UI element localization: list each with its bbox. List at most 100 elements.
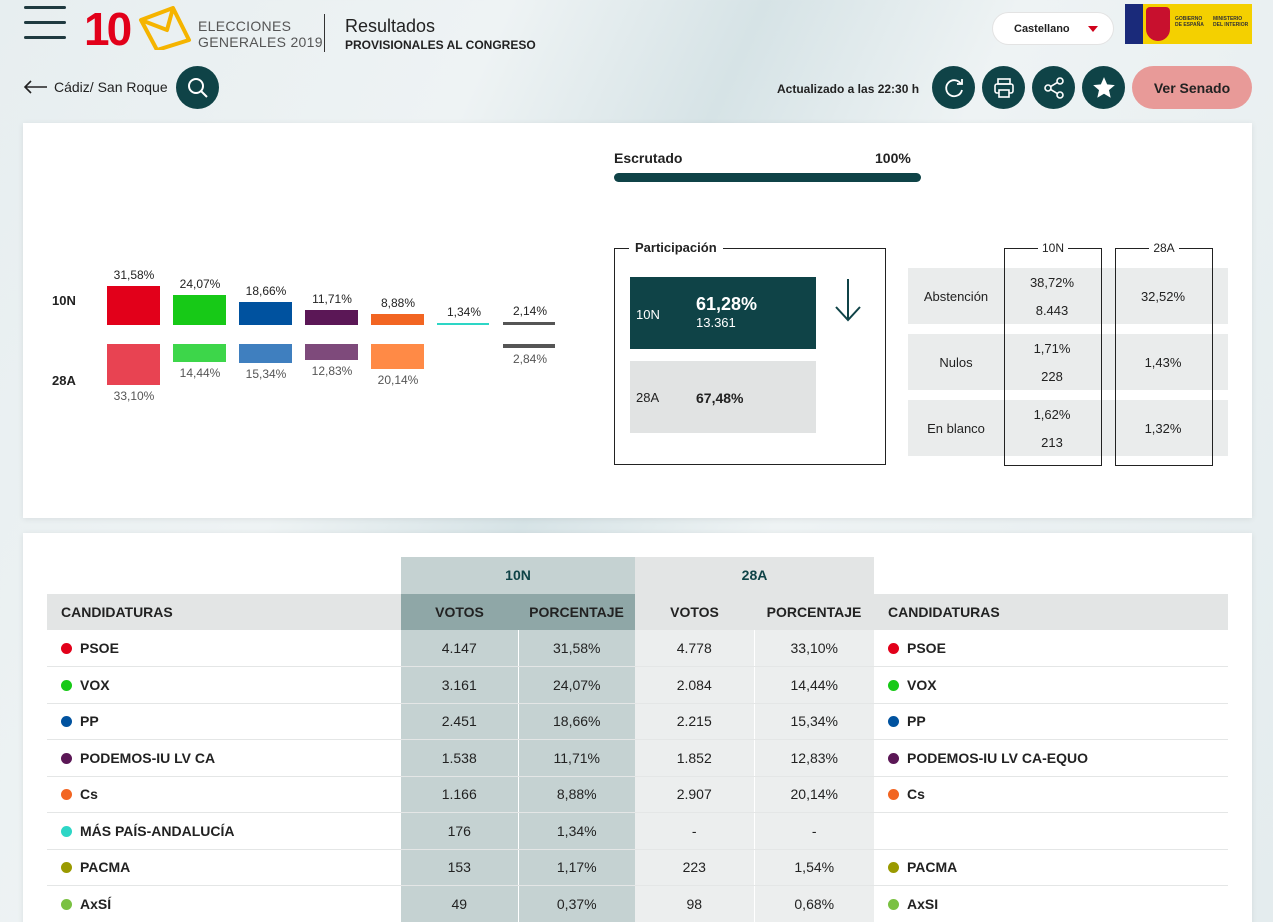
porcentaje-28a-cell: 0,68% (754, 885, 874, 922)
ministry-text: MINISTERIO DEL INTERIOR (1213, 16, 1249, 28)
porcentaje-28a-cell: 1,54% (754, 849, 874, 886)
search-icon (187, 77, 208, 98)
bar-10n-label: 11,71% (312, 292, 352, 306)
print-icon (993, 77, 1014, 98)
stat-col-10n-title: 10N (1005, 241, 1101, 255)
envelope-logo-icon (139, 6, 191, 50)
col-candidaturas: CANDIDATURAS (47, 593, 401, 630)
votos-10n-cell: 1.538 (401, 739, 519, 777)
party-dot-icon (61, 862, 72, 874)
updated-time: Actualizado a las 22:30 h (777, 82, 920, 96)
party-dot-icon (61, 752, 72, 764)
page-title: Resultados (345, 16, 436, 36)
porcentaje-10n-cell: 8,88% (518, 776, 635, 813)
logo-line1: ELECCIONES (198, 18, 292, 34)
page-subtitle: PROVISIONALES AL CONGRESO (345, 38, 536, 52)
porcentaje-10n-cell: 1,34% (518, 812, 635, 850)
gov-text: GOBIERNO DE ESPAÑA (1175, 16, 1204, 28)
escrutado-progress-bar (614, 173, 921, 182)
bar-10n (437, 323, 489, 325)
bar-10n-label: 2,14% (512, 304, 548, 318)
bar-28a (503, 344, 555, 348)
bar-28a (173, 344, 226, 362)
language-value: Castellano (1014, 22, 1070, 35)
language-select[interactable]: Castellano (993, 13, 1113, 44)
porcentaje-28a-cell: 12,83% (754, 739, 874, 777)
table-row: VOX 3.161 24,07% 2.084 14,44% VOX (47, 666, 1228, 704)
bar-10n (173, 295, 226, 325)
porcentaje-28a-cell: 20,14% (754, 776, 874, 813)
part-28a-pct: 67,48% (696, 390, 744, 406)
candidatura-cell: MÁS PAÍS-ANDALUCÍA (47, 812, 401, 850)
stat-value: 1,71% (1033, 341, 1071, 356)
group-header-28a: 28A (635, 557, 874, 594)
print-button[interactable] (982, 66, 1025, 109)
votos-28a-cell: 1.852 (635, 739, 755, 777)
stat-label: Nulos (939, 355, 973, 370)
porcentaje-10n-cell: 1,17% (518, 849, 635, 886)
col-porcentaje-28a: PORCENTAJE (754, 593, 874, 630)
search-button[interactable] (176, 66, 219, 109)
bar-10n-label: 8,88% (380, 296, 416, 310)
party-dot-icon (888, 789, 899, 801)
party-dot-icon (61, 898, 72, 910)
stat-value: 32,52% (1140, 289, 1186, 304)
participation-10n: 10N 61,28% 13.361 (630, 277, 816, 349)
ver-senado-button[interactable]: Ver Senado (1132, 66, 1252, 109)
votos-10n-cell: 3.161 (401, 666, 519, 704)
porcentaje-10n-cell: 18,66% (518, 703, 635, 740)
candidatura-28a-cell: PACMA (874, 849, 1228, 886)
candidatura-cell: VOX (47, 666, 401, 704)
table-row: PSOE 4.147 31,58% 4.778 33,10% PSOE (47, 630, 1228, 667)
government-logo: GOBIERNO DE ESPAÑA MINISTERIO DEL INTERI… (1125, 4, 1252, 44)
logo-number: 10 (84, 3, 132, 55)
col-candidaturas-28a: CANDIDATURAS (874, 593, 1228, 630)
votos-10n-cell: 1.166 (401, 776, 519, 813)
votos-28a-cell: - (635, 812, 755, 850)
votos-10n-cell: 153 (401, 849, 519, 886)
candidatura-28a-cell (874, 812, 1228, 850)
votos-28a-cell: 2.084 (635, 666, 755, 704)
candidatura-cell: PSOE (47, 630, 401, 667)
bar-28a-label: 15,34% (245, 367, 287, 381)
party-dot-icon (888, 752, 899, 764)
porcentaje-28a-cell: 15,34% (754, 703, 874, 740)
favorite-button[interactable] (1082, 66, 1125, 109)
bar-10n-label: 24,07% (179, 277, 221, 291)
candidatura-28a-cell: PP (874, 703, 1228, 740)
bar-10n (239, 302, 292, 325)
bar-10n (503, 322, 555, 325)
candidatura-28a-cell: PSOE (874, 630, 1228, 667)
bar-28a-label: 33,10% (113, 389, 155, 403)
coat-of-arms-icon (1146, 7, 1170, 41)
bar-28a-label: 20,14% (377, 373, 419, 387)
bar-28a-label: 2,84% (512, 352, 548, 366)
logo-text: ELECCIONES GENERALES 2019 (198, 18, 323, 50)
votos-10n-cell: 4.147 (401, 630, 519, 667)
candidatura-28a-cell: VOX (874, 666, 1228, 704)
col-votos-10n: VOTOS (401, 593, 518, 630)
summary-panel: 10N 28A 31,58% 33,10% 24,07% 14,44% 18,66% 15… (23, 123, 1252, 518)
bar-28a (371, 344, 424, 369)
eu-flag-icon (1125, 4, 1143, 44)
bar-28a (107, 344, 160, 385)
bar-28a (239, 344, 292, 363)
porcentaje-10n-cell: 0,37% (518, 885, 635, 922)
table-row: AxSÍ 49 0,37% 98 0,68% AxSI (47, 885, 1228, 922)
table-row: PACMA 153 1,17% 223 1,54% PACMA (47, 849, 1228, 886)
back-link[interactable]: Cádiz/ San Roque (22, 79, 168, 95)
menu-icon[interactable] (24, 6, 66, 42)
candidatura-cell: PODEMOS-IU LV CA (47, 739, 401, 777)
results-table: 10N 28A CANDIDATURAS VOTOS PORCENTAJE VO… (47, 557, 1228, 922)
col-28a-label: 28A (1149, 241, 1179, 255)
stat-value: 213 (1041, 435, 1063, 450)
table-row: Cs 1.166 8,88% 2.907 20,14% Cs (47, 776, 1228, 813)
refresh-button[interactable] (932, 66, 975, 109)
porcentaje-10n-cell: 24,07% (518, 666, 635, 704)
porcentaje-28a-cell: 33,10% (754, 630, 874, 667)
participation-28a: 28A 67,48% (630, 361, 816, 433)
votos-28a-cell: 98 (635, 885, 755, 922)
share-button[interactable] (1032, 66, 1075, 109)
col-porcentaje-10n: PORCENTAJE (518, 593, 635, 630)
arrow-left-icon (23, 80, 47, 94)
